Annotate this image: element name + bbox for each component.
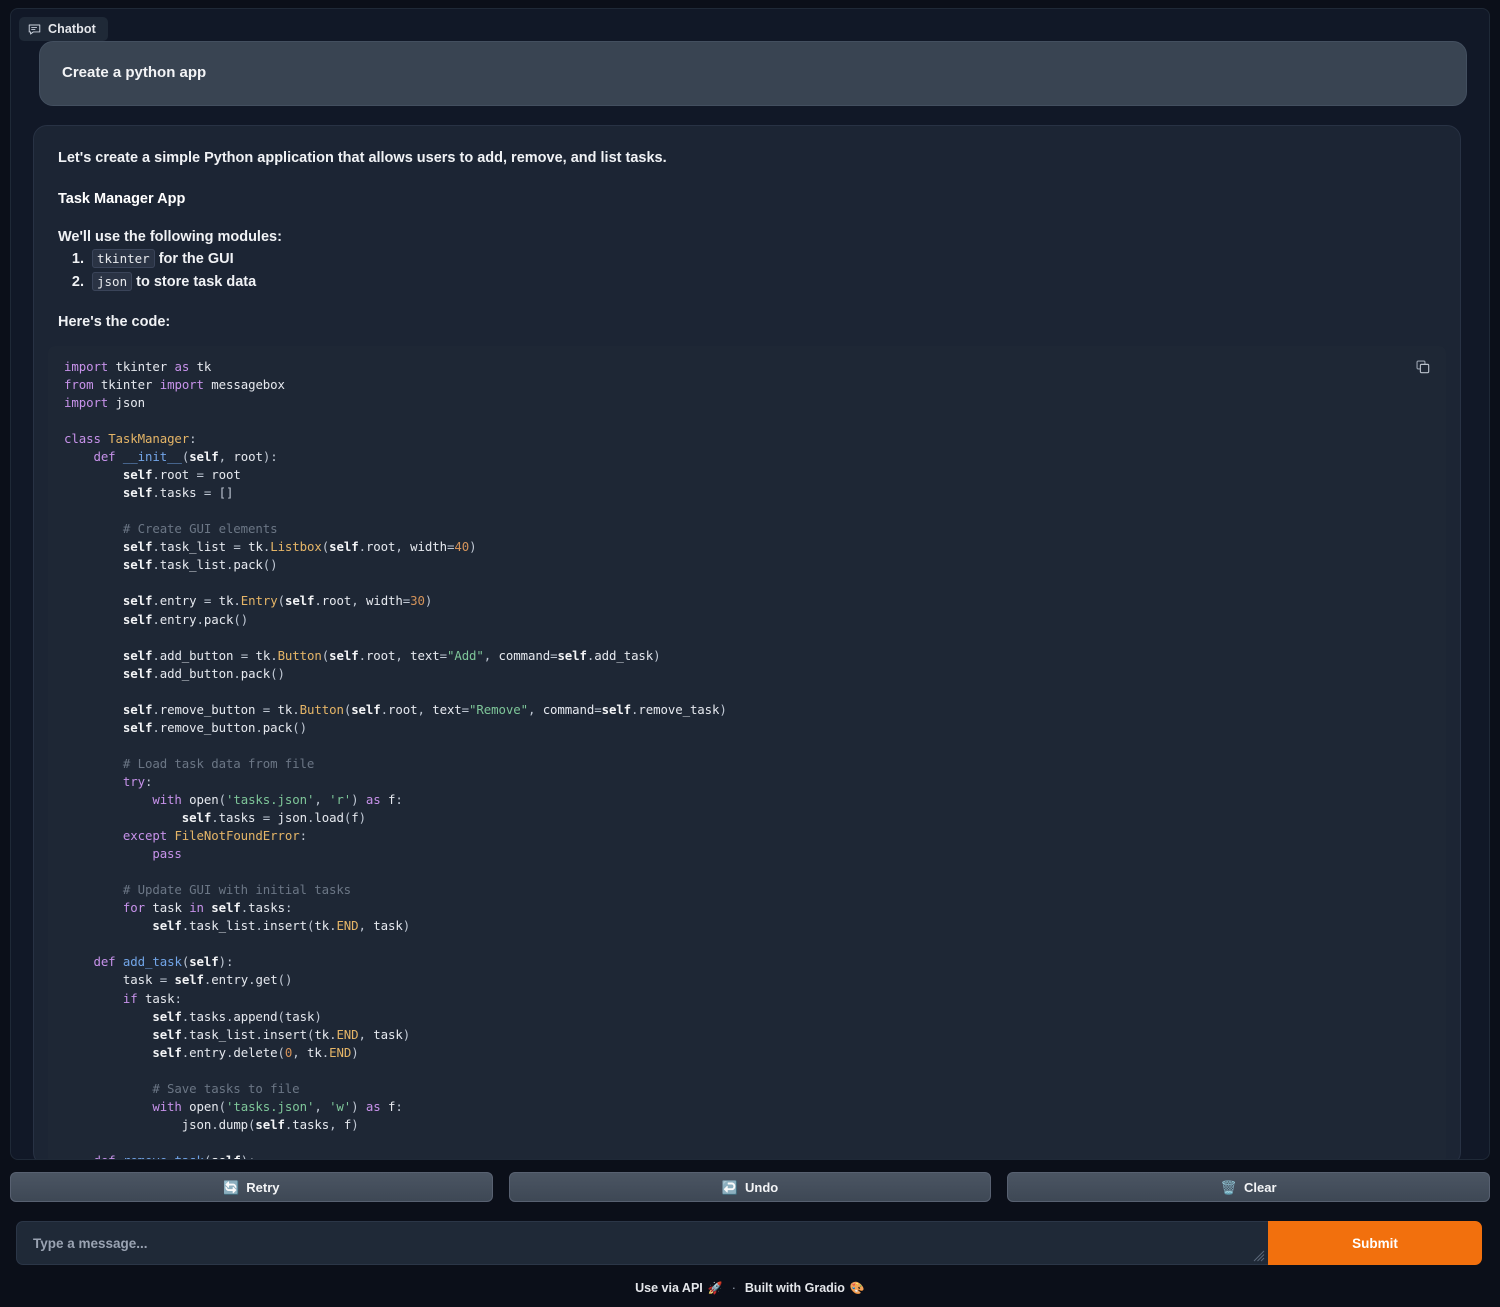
- user-message-row: Create a python app: [33, 41, 1467, 106]
- bot-message-bubble[interactable]: Let's create a simple Python application…: [33, 124, 1461, 1159]
- module-desc: for the GUI: [154, 250, 234, 267]
- undo-icon: ↩️: [721, 1179, 738, 1195]
- inline-code-tkinter: tkinter: [92, 248, 155, 268]
- bot-heading: Task Manager App: [58, 190, 186, 207]
- chatbot-tab[interactable]: Chatbot: [19, 17, 108, 41]
- retry-icon: 🔄: [223, 1179, 240, 1195]
- retry-button-label: Retry: [246, 1179, 280, 1195]
- chat-message-list[interactable]: Create a python app Let's create a simpl…: [11, 9, 1489, 1159]
- clear-button[interactable]: 🗑️ Clear: [1007, 1172, 1491, 1202]
- chatbot-panel: Chatbot Create a python app Let's create…: [10, 8, 1490, 1160]
- built-with-gradio-link[interactable]: Built with Gradio 🎨: [745, 1281, 865, 1295]
- chatbot-tab-label: Chatbot: [48, 22, 96, 36]
- use-via-api-label: Use via API: [635, 1281, 703, 1295]
- rocket-icon: 🚀: [707, 1281, 723, 1295]
- code-lead-text: Here's the code:: [58, 313, 171, 330]
- message-input-row: Type a message... Submit: [16, 1221, 1482, 1265]
- use-via-api-link[interactable]: Use via API 🚀: [635, 1281, 723, 1295]
- modules-lead-text: We'll use the following modules:: [58, 228, 282, 245]
- submit-button[interactable]: Submit: [1268, 1221, 1482, 1265]
- message-input[interactable]: Type a message...: [16, 1221, 1268, 1265]
- undo-button[interactable]: ↩️ Undo: [508, 1172, 992, 1202]
- chat-action-buttons: 🔄 Retry ↩️ Undo 🗑️ Clear: [10, 1172, 1491, 1202]
- bot-message-row: Let's create a simple Python application…: [33, 124, 1467, 1159]
- modules-list: tkinter for the GUI json to store task d…: [88, 248, 1436, 294]
- message-input-placeholder: Type a message...: [33, 1235, 148, 1251]
- palette-icon: 🎨: [849, 1281, 865, 1295]
- bot-intro-text: Let's create a simple Python application…: [58, 149, 667, 166]
- list-item: tkinter for the GUI: [88, 248, 1436, 271]
- copy-icon[interactable]: [1412, 356, 1434, 378]
- resize-grip-icon[interactable]: [1251, 1248, 1265, 1262]
- inline-code-json: json: [92, 271, 133, 291]
- code-content: import tkinter as tk from tkinter import…: [64, 358, 727, 1159]
- undo-button-label: Undo: [744, 1179, 779, 1195]
- built-with-gradio-label: Built with Gradio: [744, 1281, 845, 1295]
- footer: Use via API 🚀 · Built with Gradio 🎨: [0, 1281, 1500, 1295]
- clear-button-label: Clear: [1244, 1179, 1277, 1195]
- code-block: import tkinter as tk from tkinter import…: [48, 345, 1446, 1159]
- footer-separator: ·: [731, 1281, 736, 1295]
- module-desc: to store task data: [132, 273, 257, 290]
- retry-button[interactable]: 🔄 Retry: [10, 1172, 493, 1202]
- list-item: json to store task data: [88, 271, 1436, 294]
- gradio-app: Chatbot Create a python app Let's create…: [0, 0, 1500, 1307]
- user-message-bubble[interactable]: Create a python app: [39, 41, 1467, 106]
- trash-icon: 🗑️: [1220, 1179, 1237, 1195]
- submit-button-label: Submit: [1352, 1235, 1398, 1251]
- chat-bubble-icon: [28, 23, 41, 36]
- user-message-text: Create a python app: [62, 64, 207, 81]
